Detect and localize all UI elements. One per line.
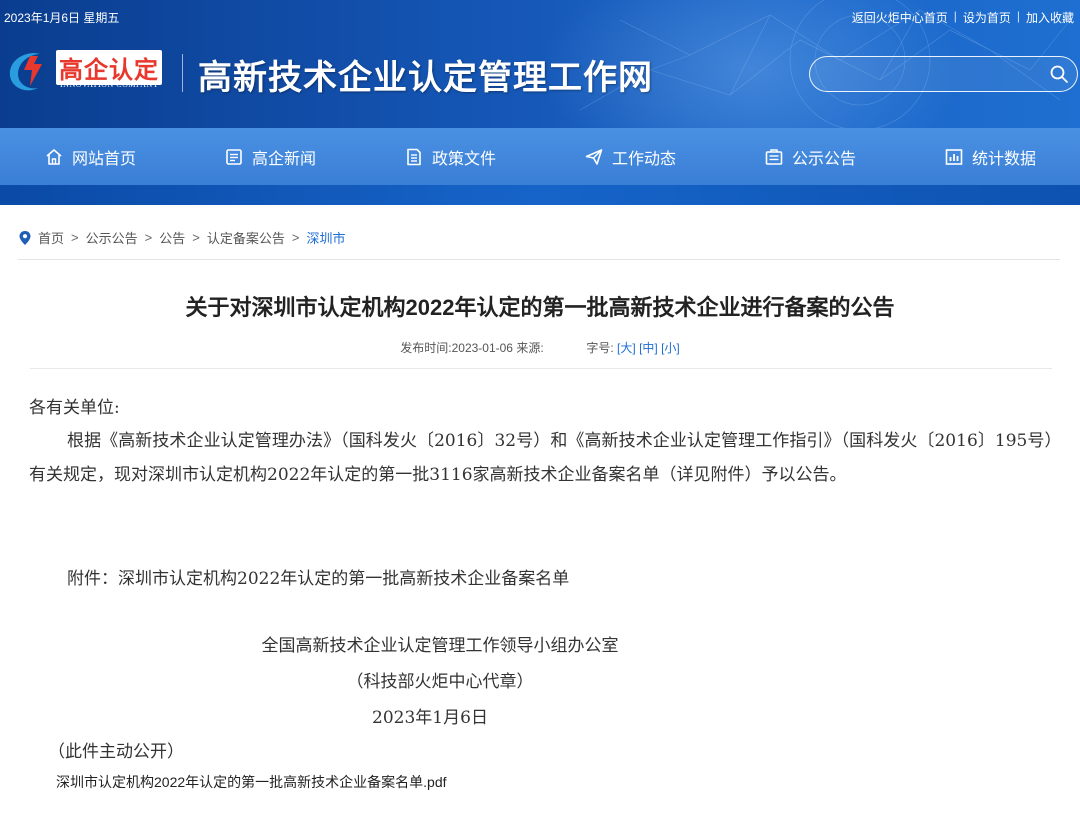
breadcrumb-filing-notice[interactable]: 认定备案公告 [207, 228, 285, 247]
publish-date: 2023-01-06 [451, 341, 513, 355]
set-homepage-link[interactable]: 设为首页 [963, 9, 1011, 26]
font-size-small-button[interactable]: [小] [661, 341, 680, 355]
salutation: 各有关单位: [29, 398, 120, 418]
breadcrumb-notice[interactable]: 公告 [159, 228, 185, 247]
nav-underband [0, 185, 1080, 205]
breadcrumb-divider [18, 259, 1060, 260]
location-pin-icon [19, 230, 31, 245]
search-icon[interactable] [1049, 64, 1069, 84]
breadcrumb-announcements[interactable]: 公示公告 [86, 228, 138, 247]
main-nav: 网站首页 高企新闻 政策文件 工作动态 公示公告 统计数据 [0, 128, 1080, 185]
back-to-torch-home-link[interactable]: 返回火炬中心首页 [852, 9, 948, 26]
attachment-line: 附件：深圳市认定机构2022年认定的第一批高新技术企业备案名单 [67, 569, 570, 589]
nav-item-label: 政策文件 [431, 150, 496, 168]
sign-date: 2023年1月6日 [372, 708, 488, 728]
issuer-seal-note: （科技部火炬中心代章） [346, 672, 534, 692]
breadcrumb-separator: > [144, 230, 153, 245]
breadcrumb-current[interactable]: 深圳市 [306, 228, 345, 247]
send-icon [585, 148, 603, 165]
search-input[interactable] [824, 64, 1044, 84]
search-box [809, 56, 1078, 92]
source-label: 来源: [516, 341, 544, 355]
nav-item-label: 网站首页 [71, 150, 136, 168]
breadcrumb-separator: > [71, 230, 79, 245]
attachment-pdf-link[interactable]: 深圳市认定机构2022年认定的第一批高新技术企业备案名单.pdf [56, 772, 447, 792]
site-header: 2023年1月6日 星期五 返回火炬中心首页 | 设为首页 | 加入收藏 高企认… [0, 0, 1080, 128]
announcement-icon [765, 148, 783, 165]
logo-mark-icon [9, 53, 42, 91]
nav-item-label: 工作动态 [611, 150, 676, 168]
chart-icon [945, 148, 963, 165]
nav-item-home[interactable]: 网站首页 [0, 128, 180, 185]
link-separator: | [953, 9, 957, 23]
nav-item-work-updates[interactable]: 工作动态 [540, 128, 720, 185]
article-title: 关于对深圳市认定机构2022年认定的第一批高新技术企业进行备案的公告 [185, 295, 895, 320]
add-favorite-link[interactable]: 加入收藏 [1026, 9, 1074, 26]
news-icon [226, 148, 242, 165]
site-logo[interactable]: 高企认定 INNOVATION COMPANY [4, 46, 174, 96]
meta-divider [30, 368, 1052, 369]
publish-label: 发布时间: [400, 341, 452, 355]
font-size-large-button[interactable]: [大] [617, 341, 636, 355]
breadcrumb-home[interactable]: 首页 [38, 228, 64, 247]
breadcrumb-separator: > [192, 230, 200, 245]
nav-item-announcements[interactable]: 公示公告 [720, 128, 900, 185]
link-separator: | [1016, 9, 1020, 23]
site-title: 高新技术企业认定管理工作网 [198, 58, 653, 98]
top-links: 返回火炬中心首页 | 设为首页 | 加入收藏 [852, 9, 1074, 26]
nav-item-label: 统计数据 [971, 150, 1036, 168]
nav-item-label: 公示公告 [791, 150, 856, 168]
article-paragraph: 根据《高新技术企业认定管理办法》（国科发火〔2016〕32号）和《高新技术企业认… [29, 431, 1053, 485]
document-icon [407, 148, 421, 165]
nav-item-policy[interactable]: 政策文件 [360, 128, 540, 185]
public-note: （此件主动公开） [48, 742, 184, 762]
article-meta: 发布时间:2023-01-06 来源: 字号: [大] [中] [小] [0, 339, 1080, 356]
nav-item-news[interactable]: 高企新闻 [180, 128, 360, 185]
current-date: 2023年1月6日 星期五 [4, 11, 120, 25]
logo-subtext: INNOVATION COMPANY [60, 80, 160, 89]
font-size-label: 字号: [586, 341, 614, 355]
breadcrumb-separator: > [291, 230, 300, 245]
logo-divider [182, 54, 183, 92]
issuer-signature: 全国高新技术企业认定管理工作领导小组办公室 [261, 636, 619, 656]
breadcrumb: 首页 > 公示公告 > 公告 > 认定备案公告 > 深圳市 [18, 228, 345, 247]
font-size-medium-button[interactable]: [中] [639, 341, 658, 355]
nav-item-statistics[interactable]: 统计数据 [900, 128, 1080, 185]
home-icon [46, 148, 62, 165]
nav-item-label: 高企新闻 [251, 150, 316, 168]
